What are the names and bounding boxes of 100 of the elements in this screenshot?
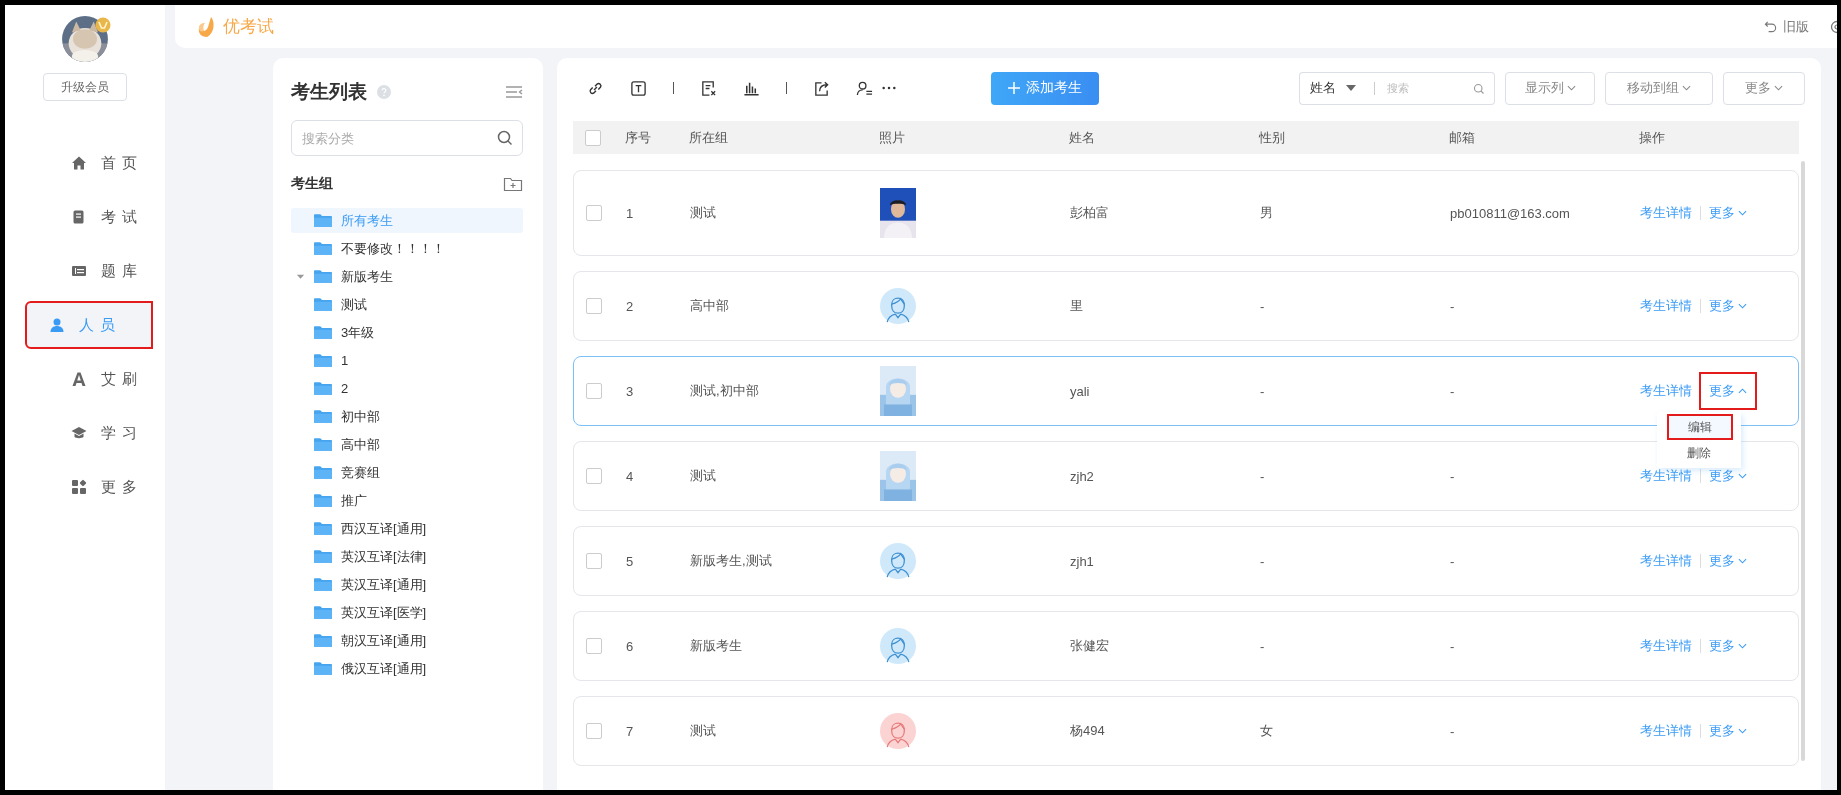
table-cell-text: 女 xyxy=(1260,722,1274,740)
checkbox[interactable] xyxy=(586,468,602,484)
chevron-icon xyxy=(1738,643,1747,649)
table-cell-text: zjh1 xyxy=(1070,553,1095,569)
group-item[interactable]: 新版考生 xyxy=(291,264,523,289)
dropdown-button[interactable]: 更多 xyxy=(1723,71,1805,105)
collapse-menu-icon[interactable] xyxy=(505,85,523,99)
folder-icon xyxy=(314,633,332,648)
group-item[interactable]: 西汉互译[通用] xyxy=(291,516,523,541)
folder-icon xyxy=(314,297,332,312)
table-cell-text: 测试 xyxy=(690,722,717,740)
column-header: 姓名 xyxy=(1069,128,1096,147)
group-item[interactable]: 高中部 xyxy=(291,432,523,457)
column-header: 序号 xyxy=(625,128,652,147)
group-item[interactable]: 推广 xyxy=(291,488,523,513)
nav-item[interactable]: 艾刷 xyxy=(27,357,165,401)
search-field[interactable]: 搜索分类 xyxy=(291,120,523,156)
chevron-icon xyxy=(1738,303,1747,309)
group-item[interactable]: 竞赛组 xyxy=(291,460,523,485)
group-item[interactable]: 1 xyxy=(291,348,523,373)
share-icon[interactable] xyxy=(813,79,830,97)
checkbox[interactable] xyxy=(586,638,602,654)
checkbox[interactable] xyxy=(586,723,602,739)
table-cell-text: 张健宏 xyxy=(1070,637,1110,655)
checkbox[interactable] xyxy=(586,205,602,221)
user-list-icon[interactable] xyxy=(856,79,873,97)
scrollbar[interactable] xyxy=(1801,161,1805,761)
group-item[interactable]: 英汉互译[法律] xyxy=(291,544,523,569)
group-item[interactable]: 2 xyxy=(291,376,523,401)
table-row[interactable]: 7 测试 杨494 女 - 考生详情 更多 xyxy=(573,696,1799,766)
panel-title: 考生列表 xyxy=(291,80,367,104)
group-item[interactable]: 3年级 xyxy=(291,320,523,345)
table-cell-text: 男 xyxy=(1260,204,1274,222)
folder-icon xyxy=(314,521,332,536)
group-item[interactable]: 俄汉互译[通用] xyxy=(291,656,523,681)
checkbox[interactable] xyxy=(585,129,601,146)
dropdown-button[interactable]: 显示列 xyxy=(1505,71,1595,105)
checkbox[interactable] xyxy=(586,553,602,569)
table-cell-text: 高中部 xyxy=(690,297,730,315)
nav-item[interactable]: 首页 xyxy=(27,141,165,185)
list-icon xyxy=(71,263,87,279)
add-folder-icon[interactable] xyxy=(503,176,523,192)
upgrade-button[interactable]: 升级会员 xyxy=(43,73,127,101)
table-cell-text: 6 xyxy=(626,638,635,654)
folder-icon xyxy=(314,353,332,368)
document-icon xyxy=(71,209,87,225)
nav-item[interactable]: 题库 xyxy=(27,249,165,293)
table-cell-text: 测试 xyxy=(690,204,717,222)
chevron-down-icon xyxy=(1774,85,1783,91)
table-cell-text: - xyxy=(1450,723,1456,739)
group-item[interactable]: 测试 xyxy=(291,292,523,317)
table-row[interactable]: 5 新版考生,测试 zjh1 - - 考生详情 更多 xyxy=(573,526,1799,596)
settings-icon[interactable] xyxy=(1829,18,1837,35)
table-cell-text: - xyxy=(1260,553,1266,569)
home-icon xyxy=(71,155,87,171)
logo-text: 优考试 xyxy=(223,16,274,38)
group-item[interactable]: 朝汉互译[通用] xyxy=(291,628,523,653)
nav-item[interactable]: 学习 xyxy=(27,411,165,455)
checkbox[interactable] xyxy=(586,298,602,314)
old-version-link[interactable]: 旧版 xyxy=(1783,17,1809,36)
search-icon xyxy=(497,130,513,146)
table-cell-text: 测试,初中部 xyxy=(690,382,760,400)
menu-item[interactable]: 编辑 xyxy=(1667,414,1733,440)
column-header: 性别 xyxy=(1259,128,1286,147)
table-row[interactable]: 2 高中部 里 - - 考生详情 更多 xyxy=(573,271,1799,341)
table-row[interactable]: 6 新版考生 张健宏 - - 考生详情 更多 xyxy=(573,611,1799,681)
table-cell-text: - xyxy=(1450,553,1456,569)
more-icon[interactable] xyxy=(881,85,897,91)
table-row[interactable]: 1 测试 彭柏富 男 pb010811@163.com 考生详情 更多 xyxy=(573,170,1799,256)
nav-item[interactable]: 更多 xyxy=(27,465,165,509)
group-item[interactable]: 不要修改！！！！ xyxy=(291,236,523,261)
table-cell-text: - xyxy=(1260,638,1266,654)
table-cell-text: - xyxy=(1450,638,1456,654)
column-header: 邮箱 xyxy=(1449,128,1476,147)
table-cell-text: - xyxy=(1450,468,1456,484)
table-cell-text: 2 xyxy=(626,298,635,314)
folder-icon xyxy=(314,213,332,228)
chevron-down-icon xyxy=(1682,85,1691,91)
undo-icon[interactable] xyxy=(1764,20,1777,33)
group-item[interactable]: 英汉互译[通用] xyxy=(291,572,523,597)
text-box-icon[interactable] xyxy=(630,79,647,97)
checkbox[interactable] xyxy=(586,383,602,399)
group-item[interactable]: 英汉互译[医学] xyxy=(291,600,523,625)
table-cell-text: 3 xyxy=(626,383,635,399)
caret-icon[interactable] xyxy=(296,272,305,281)
folder-icon xyxy=(314,661,332,676)
dropdown-button[interactable]: 移动到组 xyxy=(1605,71,1713,105)
table-cell-text: - xyxy=(1260,468,1266,484)
group-item[interactable]: 初中部 xyxy=(291,404,523,429)
folder-icon xyxy=(314,465,332,480)
section-title: 考生组 xyxy=(291,175,333,193)
menu-item[interactable]: 删除 xyxy=(1657,440,1741,466)
document-x-icon[interactable] xyxy=(700,79,717,97)
crown-badge-icon xyxy=(95,17,111,33)
table-cell-text: 杨494 xyxy=(1070,722,1106,740)
chevron-icon xyxy=(1738,728,1747,734)
table-cell-text: 4 xyxy=(626,468,635,484)
nav-item[interactable]: 考试 xyxy=(27,195,165,239)
folder-icon xyxy=(314,381,332,396)
column-header: 照片 xyxy=(879,128,906,147)
